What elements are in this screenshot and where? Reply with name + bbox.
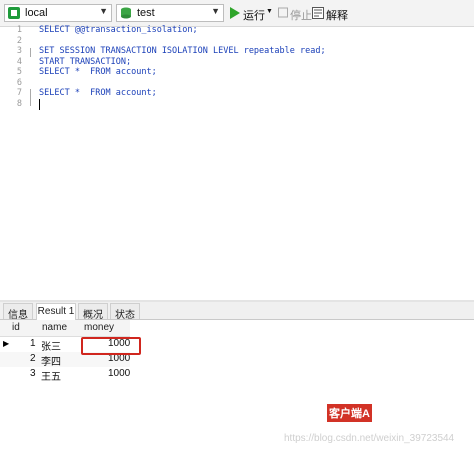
connection-value: local: [25, 7, 48, 19]
result-tabs: 信息 Result 1 概况 状态: [0, 302, 474, 321]
line-number-gutter: 1 2 3 4 5 6 7 8: [0, 25, 27, 300]
stop-label: 停止: [290, 10, 312, 22]
stop-icon: [278, 7, 288, 18]
cell-id[interactable]: 2: [30, 353, 36, 364]
column-header-money[interactable]: money: [84, 322, 114, 336]
table-row[interactable]: 3 王五 1000: [0, 367, 130, 383]
explain-icon: [312, 7, 324, 19]
cell-name[interactable]: 李四: [41, 353, 61, 368]
tab-status[interactable]: 状态: [110, 303, 140, 321]
code-line: SELECT * FROM account;: [39, 88, 157, 98]
explain-label: 解释: [326, 10, 348, 22]
column-header-name[interactable]: name: [42, 322, 67, 336]
cell-name[interactable]: 张三: [41, 338, 61, 353]
watermark: https://blog.csdn.net/weixin_39723544: [284, 433, 455, 444]
table-header: id name money: [0, 320, 130, 337]
highlight-box: [81, 337, 141, 355]
cell-id[interactable]: 1: [30, 338, 36, 349]
database-value: test: [137, 7, 155, 19]
run-dropdown-icon[interactable]: ▼: [266, 8, 273, 15]
code-line: SELECT * FROM account;: [39, 67, 157, 77]
line-number: 3: [16, 46, 22, 56]
line-number: 2: [16, 36, 22, 46]
line-number: 8: [16, 99, 22, 109]
code-line: SET SESSION TRANSACTION ISOLATION LEVEL …: [39, 46, 326, 56]
column-header-id[interactable]: id: [12, 322, 20, 336]
cell-name[interactable]: 王五: [41, 368, 61, 383]
tab-profile[interactable]: 概况: [78, 303, 108, 321]
connection-select[interactable]: local ▼: [4, 4, 112, 22]
tab-result-1[interactable]: Result 1: [36, 303, 76, 320]
toolbar: local ▼ test ▼ 运行 ▼ 停止 解释: [0, 0, 474, 27]
connection-icon: [8, 7, 20, 19]
explain-button[interactable]: 解释: [312, 5, 352, 22]
database-icon: [121, 7, 131, 19]
chevron-down-icon: ▼: [99, 6, 108, 16]
result-grid[interactable]: id name money ▶ 1 张三 1000 2 李四 1000 3 王五…: [0, 320, 474, 451]
cell-money[interactable]: 1000: [108, 368, 130, 379]
code-line: SELECT @@transaction_isolation;: [39, 25, 198, 35]
database-select[interactable]: test ▼: [116, 4, 224, 22]
cell-id[interactable]: 3: [30, 368, 36, 379]
line-number: 1: [16, 25, 22, 35]
chevron-down-icon: ▼: [211, 6, 220, 16]
run-label: 运行: [243, 10, 265, 22]
line-number: 7: [16, 88, 22, 98]
annotation-label: 客户端A: [327, 404, 372, 422]
sql-editor[interactable]: 1 2 3 4 5 6 7 8 SELECT @@transaction_iso…: [0, 25, 474, 300]
stop-button[interactable]: 停止: [278, 5, 312, 22]
text-cursor: [39, 99, 40, 110]
play-icon: [230, 7, 240, 19]
line-number: 6: [16, 78, 22, 88]
line-number: 4: [16, 57, 22, 67]
code-line: START TRANSACTION;: [39, 57, 132, 67]
fold-marker: [30, 89, 38, 106]
tab-info[interactable]: 信息: [3, 303, 33, 321]
fold-marker: [30, 48, 38, 57]
run-button[interactable]: 运行 ▼: [230, 5, 273, 22]
line-number: 5: [16, 67, 22, 77]
